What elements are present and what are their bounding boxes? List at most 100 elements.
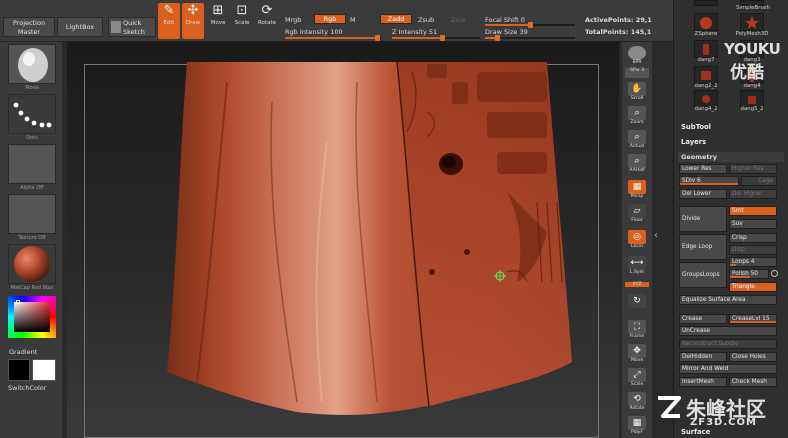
alpha-thumbnail[interactable] [8,144,56,184]
frame-button[interactable]: ⛶ Frame [625,320,649,343]
projection-master-button[interactable]: Projection Master [3,17,55,37]
groups-loops-button[interactable]: GroupsLoops [679,262,727,288]
canvas-viewport[interactable] [67,42,619,438]
close-holes-label: Close Holes [732,354,766,360]
shelf-rotate-button[interactable]: ⟲ Rotate [625,392,649,415]
del-lower-button[interactable]: Del Lower [679,189,727,199]
tool-dang7-label: dang7 [697,57,715,63]
geometry-panel-header: Geometry [681,153,717,161]
check-mesh-button[interactable]: Check Mesh [729,377,777,387]
focal-shift-slider[interactable] [485,22,575,28]
scale-button[interactable]: ⊡ Scale [231,3,253,39]
z-intensity-slider[interactable] [392,35,480,41]
shelf-rotate-icon: ⟲ [628,392,646,406]
texture-thumbnail[interactable] [8,194,56,234]
zsub-toggle[interactable]: Zsub [418,16,434,24]
rgb-intensity-slider[interactable] [285,35,381,41]
equalize-surface-area-button[interactable]: Equalize Surface Area [679,295,777,305]
shelf-move-button[interactable]: ✥ Move [625,344,649,367]
rgb-intensity-readout: Rgb Intensity 100 [285,28,343,36]
zcut-toggle[interactable]: Zcut [451,16,466,24]
draw-button[interactable]: ✣ Draw [182,3,204,39]
layers-panel-header[interactable]: Layers [681,138,706,146]
primary-color-swatch[interactable] [8,359,30,381]
m-toggle[interactable]: M [350,16,356,24]
zadd-toggle[interactable]: Zadd [380,14,412,24]
cage-button[interactable]: Cage [741,176,777,186]
edge-loop-button[interactable]: Edge Loop [679,234,727,260]
move-button[interactable]: ⊞ Move [207,3,229,39]
actual-button[interactable]: ⌕ Actual [625,130,649,153]
xyz-button[interactable]: XYZ [625,282,649,292]
polyf-button[interactable]: ▦ PolyF [625,416,649,438]
triangle-toggle[interactable]: Triangle [729,282,777,292]
bpr-button[interactable]: BPR [625,46,649,69]
tool-dang7-thumb[interactable] [694,40,718,58]
switch-color-button[interactable]: SwitchColor [8,384,46,392]
geometry-header-bar[interactable]: Geometry [678,152,784,162]
stroke-thumbnail[interactable] [8,94,56,134]
mirror-and-weld-button[interactable]: Mirror And Weld [679,364,777,374]
shelf-scale-button[interactable]: ⤢ Scale [625,368,649,391]
local-button[interactable]: ◎ Local [625,230,649,253]
z-intensity-label: Z Intensity [392,28,427,36]
polish-slider[interactable]: Polish 50 [729,269,769,279]
insert-mesh-button[interactable]: InsertMesh [679,377,727,387]
stroke-label: Dots [26,135,38,141]
del-hidden-button[interactable]: DelHidden [679,352,727,362]
divide-button[interactable]: Divide [679,206,727,232]
crease-level-slider[interactable]: CreaseLvl 15 [729,314,777,324]
quick-sketch-button[interactable]: Quick Sketch [108,17,156,37]
color-cursor [16,300,20,304]
disp-toggle[interactable]: Disp [729,245,777,255]
surface-panel-header[interactable]: Surface [681,428,710,436]
rotate-axis-button[interactable]: ↻ [625,294,649,316]
tool-dang2-thumb[interactable] [694,66,718,84]
zoom-label: Zoom [630,120,644,125]
mrgb-toggle[interactable]: Mrgb [285,16,301,24]
crisp-toggle[interactable]: Crisp [729,233,777,243]
draw-size-slider[interactable] [485,35,575,41]
edit-button[interactable]: ✎ Edit [158,3,180,39]
tool-zsphere-thumb[interactable] [694,13,718,31]
higher-res-button[interactable]: Higher Res [729,164,777,174]
brush-label: Move [25,85,39,91]
aahalf-label: AAHalf [629,168,645,173]
gradient-label[interactable]: Gradient [9,348,37,356]
del-higher-button[interactable]: Del Higher [729,189,777,199]
disp-label: Disp [732,247,745,253]
polish-value: 50 [750,271,758,277]
zoom-button[interactable]: ⌕ Zoom [625,106,649,129]
brush-thumbnail[interactable] [8,44,56,84]
floor-button[interactable]: ▱ Floor [625,204,649,227]
color-picker[interactable] [8,296,56,338]
suv-toggle[interactable]: Suv [729,219,777,229]
close-holes-button[interactable]: Close Holes [729,352,777,362]
rotate-button[interactable]: ⟳ Rotate [256,3,278,39]
subtool-panel-header[interactable]: SubTool [681,123,711,131]
sculpted-model[interactable] [67,42,619,438]
lsym-button[interactable]: ⟷ L.Sym [625,256,649,279]
draw-size-readout: Draw Size 39 [485,28,528,36]
rotate-icon: ⟳ [261,3,273,18]
tool-polymesh-thumb[interactable] [740,13,764,31]
crease-label: Crease [682,316,703,322]
crease-button[interactable]: Crease [679,314,727,324]
material-thumbnail[interactable] [8,244,56,284]
smt-toggle[interactable]: Smt [729,206,777,216]
tool-thumb-top-left[interactable] [694,0,718,6]
polish-circle-icon[interactable] [771,270,778,277]
sdiv-slider[interactable]: SDiv 6 [679,176,739,186]
loops-slider[interactable]: Loops 4 [729,257,777,267]
aahalf-button[interactable]: ⌕ AAHalf [625,154,649,177]
secondary-color-swatch[interactable] [32,359,56,381]
scroll-button[interactable]: ✋ Scroll [625,82,649,105]
reconstruct-subdiv-button[interactable]: Reconstruct Subdiv [679,339,777,349]
collapse-arrow-icon[interactable]: ‹ [654,230,658,241]
lightbox-button[interactable]: LightBox [57,17,103,37]
rgb-toggle[interactable]: Rgb [314,14,346,24]
persp-button[interactable]: ▦ Persp [625,180,649,203]
uncrease-button[interactable]: UnCrease [679,326,777,336]
lower-res-button[interactable]: Lower Res [679,164,727,174]
spix-control[interactable]: SPix 3 [625,68,649,78]
